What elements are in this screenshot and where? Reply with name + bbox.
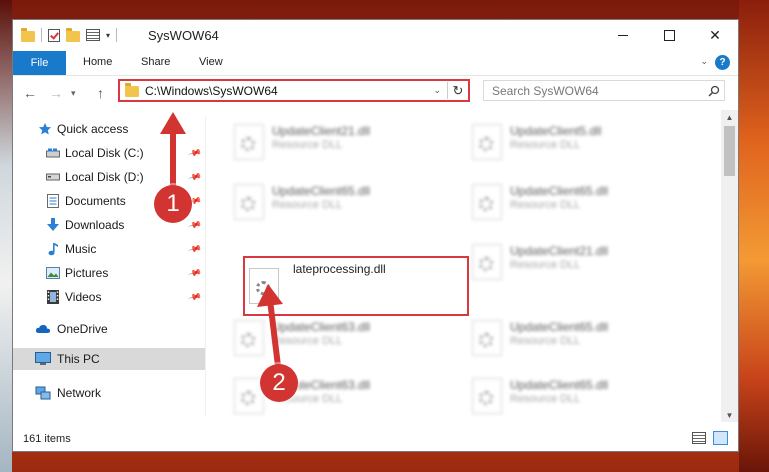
step-badge-1: 1 — [154, 185, 192, 223]
arrow-2 — [257, 284, 283, 367]
annotation-arrows — [160, 112, 283, 367]
step-badge-2: 2 — [260, 364, 298, 402]
arrow-1 — [160, 112, 186, 188]
